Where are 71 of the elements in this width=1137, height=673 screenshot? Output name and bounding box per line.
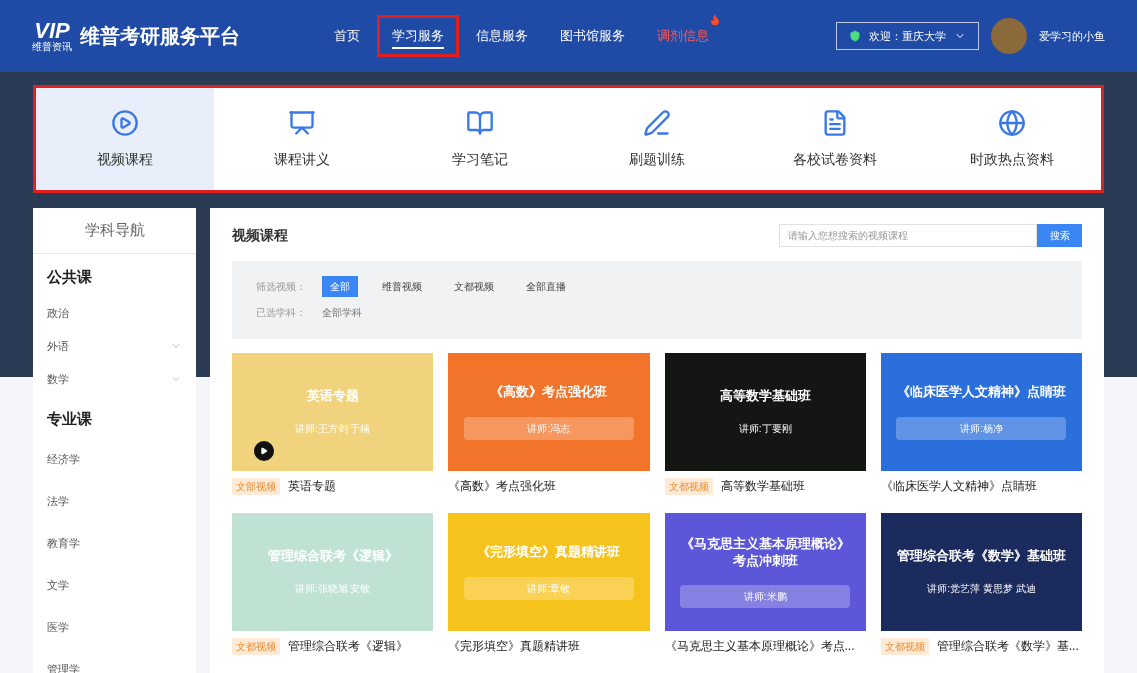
subject-link[interactable]: 法学	[47, 480, 182, 522]
filter-label: 筛选视频：	[256, 280, 306, 294]
subject-link[interactable]: 数学	[47, 362, 182, 396]
course-title[interactable]: 《临床医学人文精神》点睛班	[880, 477, 1037, 495]
source-badge: 文部视频	[232, 477, 280, 495]
lecturer-label: 讲师:冯志	[463, 416, 634, 440]
nav-link[interactable]: 学习服务	[380, 18, 456, 54]
course-title[interactable]: 《高数》考点强化班	[448, 477, 557, 495]
filter-option[interactable]: 维普视频	[374, 276, 430, 297]
filter-option[interactable]: 全部	[322, 276, 358, 297]
lecturer-label: 讲师:章敏	[463, 576, 634, 600]
pen-icon	[643, 108, 672, 137]
lecturer-label: 讲师:米鹏	[680, 584, 851, 608]
lecturer-label: 讲师:杨净	[896, 416, 1067, 440]
play-circle-icon	[110, 108, 139, 137]
group-heading: 专业课	[47, 408, 93, 429]
nav-link[interactable]: 信息服务	[464, 18, 540, 54]
category-tab[interactable]: 视频课程	[36, 88, 214, 190]
source-badge: 文都视频	[664, 477, 713, 495]
subject-value: 全部学科	[322, 306, 362, 320]
thumbnail-title: 考点冲刺班	[732, 552, 798, 569]
subject-link[interactable]: 文学	[47, 564, 182, 606]
subject-link[interactable]: 政治	[47, 296, 182, 330]
presentation-icon	[288, 108, 317, 137]
course-title[interactable]: 《完形填空》真题精讲班	[448, 637, 581, 655]
course-title[interactable]: 英语专题	[288, 477, 336, 495]
course-title[interactable]: 管理综合联考《逻辑》	[288, 637, 408, 655]
subject-link[interactable]: 医学	[47, 606, 182, 648]
book-icon	[465, 108, 494, 137]
course-thumbnail[interactable]: 管理综合联考《数学》基础班 讲师:党艺萍 黄思梦 武迪	[880, 513, 1082, 631]
sidebar-title: 学科导航	[33, 208, 196, 254]
thumbnail-title: 《高数》考点强化班	[490, 384, 608, 401]
search-field[interactable]: 请输入您想搜索的视频课程	[779, 224, 1037, 247]
flame-icon	[709, 14, 721, 27]
course-thumbnail[interactable]: 《临床医学人文精神》点睛班 讲师:杨净	[880, 353, 1082, 471]
filter-option[interactable]: 全部直播	[518, 276, 574, 297]
nav-link[interactable]: 图书馆服务	[548, 18, 637, 54]
play-icon[interactable]	[254, 441, 274, 461]
source-badge: 文都视频	[880, 637, 929, 655]
logo: VIP 维普资讯	[32, 20, 72, 52]
course-title[interactable]: 高等数学基础班	[720, 477, 805, 495]
source-badge: 文都视频	[232, 637, 280, 655]
lecturer-label: 讲师:丁要刚	[738, 421, 792, 436]
avatar	[991, 18, 1027, 54]
thumbnail-title: 管理综合联考《数学》基础班	[896, 548, 1066, 565]
group-heading: 公共课	[47, 267, 93, 287]
subject-label: 已选学科：	[256, 306, 306, 320]
course-thumbnail[interactable]: 高等数学基础班 讲师:丁要刚	[664, 353, 866, 471]
thumbnail-title: 《临床医学人文精神》点睛班	[896, 384, 1066, 401]
lecturer-label: 讲师:党艺萍 黄思梦 武迪	[927, 581, 1036, 596]
section-title: 视频课程	[232, 226, 288, 245]
thumbnail-title: 高等数学基础班	[719, 388, 811, 405]
thumbnail-title: 《完形填空》真题精讲班	[477, 544, 621, 561]
lecturer-label: 讲师:王方剑 于楠	[294, 421, 371, 436]
filter-option[interactable]: 文都视频	[446, 276, 502, 297]
platform-title: 维普考研服务平台	[80, 24, 240, 49]
course-thumbnail[interactable]: 《马克思主义基本原理概论》 考点冲刺班 讲师:米鹏	[664, 513, 866, 631]
subject-link[interactable]: 经济学	[47, 438, 182, 480]
subject-link[interactable]: 外语	[47, 329, 182, 363]
globe-icon	[998, 108, 1027, 137]
search-button[interactable]: 搜索	[1037, 224, 1082, 247]
welcome-dropdown[interactable]: 欢迎：重庆大学	[836, 22, 979, 50]
thumbnail-title: 《马克思主义基本原理概论》	[680, 536, 850, 553]
shield-icon	[849, 30, 861, 42]
course-title[interactable]: 《马克思主义基本原理概论》考点...	[664, 637, 855, 655]
thumbnail-title: 英语专题	[306, 388, 359, 405]
nav-link[interactable]: 首页	[322, 18, 372, 54]
username: 爱学习的小鱼	[1039, 28, 1105, 44]
subject-link[interactable]: 教育学	[47, 522, 182, 564]
course-title[interactable]: 管理综合联考《数学》基...	[936, 637, 1079, 655]
thumbnail-title: 管理综合联考《逻辑》	[267, 548, 398, 565]
